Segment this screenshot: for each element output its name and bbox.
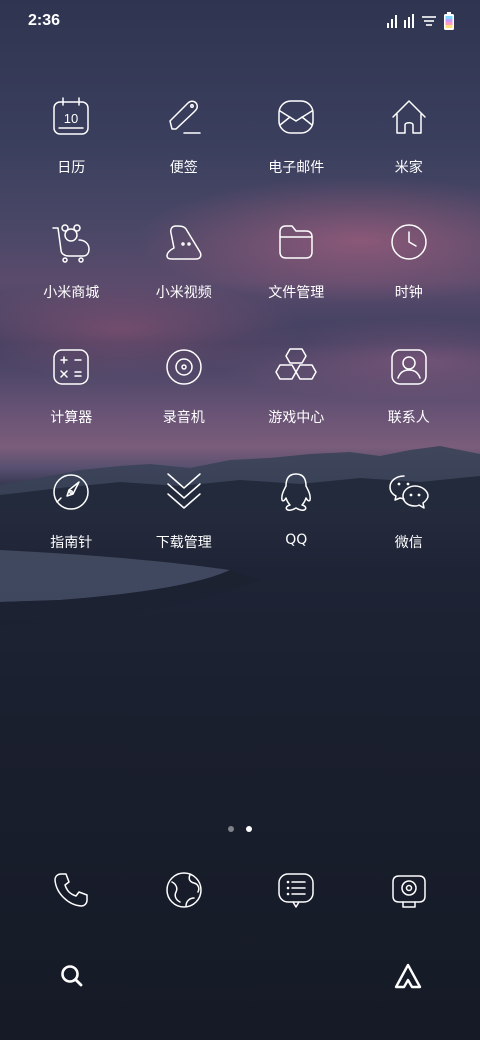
dock-browser[interactable]: [128, 870, 241, 910]
app-row: 10 日历 便签 电子邮件 米家: [15, 95, 465, 220]
status-bar: 2:36: [0, 0, 480, 42]
app-label: 便签: [169, 160, 198, 176]
app-compass[interactable]: 指南针: [15, 470, 128, 595]
battery-icon: [444, 12, 454, 30]
wechat-icon: [387, 470, 431, 514]
calendar-day: 10: [64, 111, 78, 126]
dock-camera[interactable]: [353, 870, 466, 910]
signal-icon: [387, 15, 397, 28]
dock-phone[interactable]: [15, 870, 128, 910]
app-grid: 10 日历 便签 电子邮件 米家 小米商城 小米视频 文件管理 时钟 计算器 录…: [15, 95, 465, 595]
app-downloads[interactable]: 下载管理: [128, 470, 241, 595]
app-mi-store[interactable]: 小米商城: [15, 220, 128, 345]
app-label: QQ: [285, 532, 308, 548]
game-center-icon: [274, 345, 318, 389]
app-label: 下载管理: [155, 535, 212, 551]
app-label: 计算器: [50, 410, 93, 426]
app-label: 录音机: [162, 410, 205, 426]
app-contacts[interactable]: 联系人: [353, 345, 466, 470]
app-row: 指南针 下载管理 QQ 微信: [15, 470, 465, 595]
app-label: 小米视频: [155, 285, 212, 301]
app-label: 文件管理: [268, 285, 325, 301]
app-clock[interactable]: 时钟: [353, 220, 466, 345]
camera-icon: [392, 875, 426, 908]
downloads-icon: [162, 470, 206, 514]
home-icon: [387, 95, 431, 139]
app-label: 日历: [57, 160, 86, 176]
app-game-center[interactable]: 游戏中心: [240, 345, 353, 470]
app-row: 小米商城 小米视频 文件管理 时钟: [15, 220, 465, 345]
dock-messages[interactable]: [240, 870, 353, 910]
app-mi-video[interactable]: 小米视频: [128, 220, 241, 345]
email-icon: [274, 95, 318, 139]
app-label: 指南针: [50, 535, 93, 551]
contacts-icon: [387, 345, 431, 389]
app-label: 小米商城: [43, 285, 100, 301]
mi-store-icon: [49, 220, 93, 264]
compass-icon: [49, 470, 93, 514]
phone-icon: [54, 873, 88, 907]
calculator-icon: [49, 345, 93, 389]
folder-icon: [274, 220, 318, 264]
bottom-bar: [0, 958, 480, 994]
app-recorder[interactable]: 录音机: [128, 345, 241, 470]
app-file-manager[interactable]: 文件管理: [240, 220, 353, 345]
page-indicator: [0, 826, 480, 832]
app-label: 联系人: [387, 410, 430, 426]
page-dot-active[interactable]: [246, 826, 252, 832]
page-dot[interactable]: [228, 826, 234, 832]
notes-icon: [162, 95, 206, 139]
app-calendar[interactable]: 10 日历: [15, 95, 128, 220]
app-email[interactable]: 电子邮件: [240, 95, 353, 220]
status-icons: [387, 11, 454, 31]
calendar-icon: 10: [49, 95, 93, 139]
video-icon: [162, 220, 206, 264]
browser-icon: [166, 872, 202, 908]
app-notes[interactable]: 便签: [128, 95, 241, 220]
search-icon[interactable]: [58, 962, 86, 990]
app-mi-home[interactable]: 米家: [353, 95, 466, 220]
app-label: 时钟: [394, 285, 423, 301]
app-calculator[interactable]: 计算器: [15, 345, 128, 470]
status-time: 2:36: [28, 12, 61, 29]
app-row: 计算器 录音机 游戏中心 联系人: [15, 345, 465, 470]
assistant-icon[interactable]: [393, 962, 423, 990]
recorder-icon: [162, 345, 206, 389]
clock-icon: [387, 220, 431, 264]
app-label: 游戏中心: [268, 410, 325, 426]
app-label: 微信: [394, 535, 423, 551]
app-label: 电子邮件: [268, 160, 325, 176]
signal-icon: [404, 14, 414, 28]
app-label: 米家: [394, 160, 423, 176]
app-wechat[interactable]: 微信: [353, 470, 466, 595]
qq-icon: [274, 470, 318, 514]
app-qq[interactable]: QQ: [240, 470, 353, 595]
dock: [15, 870, 465, 910]
wifi-icon: [422, 16, 436, 26]
messages-icon: [278, 873, 314, 908]
